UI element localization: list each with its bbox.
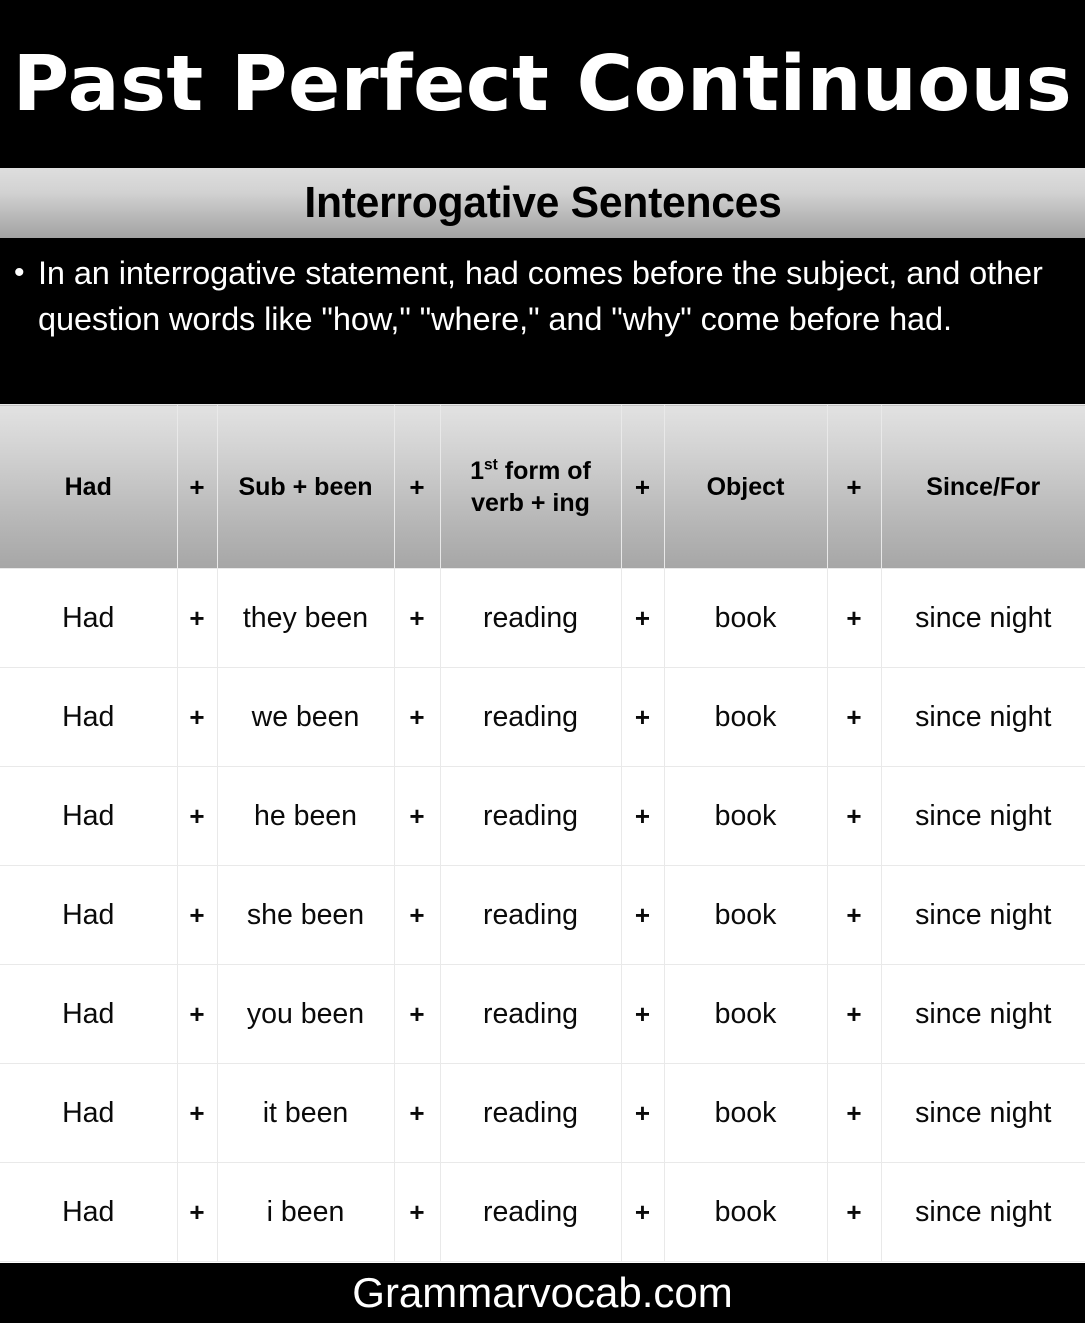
table-row: Had + he been + reading + book + since night	[0, 766, 1085, 866]
table-cell-plus2: +	[393, 964, 441, 1064]
verb-form-pre: 1	[470, 456, 485, 485]
table-cell-plus3: +	[620, 568, 665, 668]
table-cell-plus1: +	[176, 1063, 218, 1163]
page-title: Past Perfect Continuous	[12, 39, 1073, 129]
table-cell-object: book	[663, 1063, 828, 1163]
table-cell-since: since night	[880, 568, 1085, 668]
table-row: Had + she been + reading + book + since night	[0, 865, 1085, 965]
table-cell-object: book	[663, 865, 828, 965]
table-cell-had: Had	[0, 1063, 178, 1163]
table-cell-plus3: +	[620, 766, 665, 866]
table-cell-plus4: +	[826, 865, 882, 965]
table-cell-verb: reading	[439, 964, 622, 1064]
table-cell-object: book	[663, 766, 828, 866]
title-band: Past Perfect Continuous	[0, 0, 1085, 168]
column-header-plus-1: +	[176, 404, 218, 569]
table-row: Had + they been + reading + book + since night	[0, 568, 1085, 668]
table-row: Had + it been + reading + book + since night	[0, 1063, 1085, 1163]
table-cell-plus3: +	[620, 1162, 665, 1262]
table-row: Had + i been + reading + book + since night	[0, 1162, 1085, 1262]
description-band: • In an interrogative statement, had com…	[0, 238, 1085, 404]
table-cell-object: book	[663, 1162, 828, 1262]
description-bullet-row: • In an interrogative statement, had com…	[14, 250, 1071, 342]
table-cell-verb: reading	[439, 766, 622, 866]
table-cell-sub: he been	[216, 766, 395, 866]
table-cell-plus4: +	[826, 964, 882, 1064]
table-cell-plus3: +	[620, 964, 665, 1064]
table-cell-plus2: +	[393, 1162, 441, 1262]
table-cell-plus3: +	[620, 667, 665, 767]
table-cell-since: since night	[880, 667, 1085, 767]
table-cell-plus4: +	[826, 1063, 882, 1163]
column-header-verb-form: 1st form of verb + ing	[439, 404, 622, 569]
table-cell-since: since night	[880, 766, 1085, 866]
table-cell-since: since night	[880, 1162, 1085, 1262]
column-header-had: Had	[0, 404, 178, 569]
table-cell-sub: they been	[216, 568, 395, 668]
column-header-object: Object	[663, 404, 828, 569]
subtitle: Interrogative Sentences	[303, 178, 782, 227]
table-cell-plus1: +	[176, 964, 218, 1064]
subtitle-band: Interrogative Sentences	[0, 168, 1085, 238]
infographic-page: Past Perfect Continuous Interrogative Se…	[0, 0, 1085, 1323]
table-cell-plus4: +	[826, 667, 882, 767]
table-cell-plus2: +	[393, 667, 441, 767]
table-cell-plus4: +	[826, 766, 882, 866]
table-cell-plus2: +	[393, 1063, 441, 1163]
table-cell-verb: reading	[439, 865, 622, 965]
table-cell-had: Had	[0, 766, 178, 866]
table-cell-plus2: +	[393, 568, 441, 668]
table-cell-had: Had	[0, 1162, 178, 1262]
table-row: Had + we been + reading + book + since night	[0, 667, 1085, 767]
column-header-since-for: Since/For	[880, 404, 1085, 569]
table-row: Had + you been + reading + book + since night	[0, 964, 1085, 1064]
table-cell-plus4: +	[826, 568, 882, 668]
table-header-row: Had + Sub + been + 1st form of verb + in…	[0, 404, 1085, 569]
column-header-subject: Sub + been	[216, 404, 395, 569]
table-cell-plus1: +	[176, 865, 218, 965]
table-cell-sub: she been	[216, 865, 395, 965]
table-cell-plus1: +	[176, 1162, 218, 1262]
table-cell-verb: reading	[439, 1063, 622, 1163]
footer-band: Grammarvocab.com	[0, 1263, 1085, 1323]
table-cell-had: Had	[0, 667, 178, 767]
table-cell-plus1: +	[176, 568, 218, 668]
site-credit: Grammarvocab.com	[352, 1269, 733, 1316]
structure-table-wrapper: Had + Sub + been + 1st form of verb + in…	[0, 404, 1085, 1263]
table-cell-plus3: +	[620, 1063, 665, 1163]
table-cell-plus3: +	[620, 865, 665, 965]
table-cell-object: book	[663, 568, 828, 668]
table-body: Had + they been + reading + book + since night Ha…	[0, 568, 1085, 1262]
table-cell-plus2: +	[393, 865, 441, 965]
table-cell-object: book	[663, 964, 828, 1064]
column-header-plus-2: +	[393, 404, 441, 569]
table-cell-sub: i been	[216, 1162, 395, 1262]
table-cell-had: Had	[0, 964, 178, 1064]
table-cell-plus4: +	[826, 1162, 882, 1262]
table-cell-plus1: +	[176, 766, 218, 866]
table-cell-had: Had	[0, 568, 178, 668]
bullet-icon: •	[14, 256, 25, 289]
table-header: Had + Sub + been + 1st form of verb + in…	[0, 404, 1085, 569]
table-cell-since: since night	[880, 1063, 1085, 1163]
table-cell-plus2: +	[393, 766, 441, 866]
table-cell-sub: you been	[216, 964, 395, 1064]
structure-table: Had + Sub + been + 1st form of verb + in…	[0, 404, 1085, 1262]
table-cell-sub: we been	[216, 667, 395, 767]
table-cell-since: since night	[880, 964, 1085, 1064]
table-cell-verb: reading	[439, 1162, 622, 1262]
column-header-plus-3: +	[620, 404, 665, 569]
table-cell-sub: it been	[216, 1063, 395, 1163]
table-cell-had: Had	[0, 865, 178, 965]
column-header-plus-4: +	[826, 404, 882, 569]
table-cell-object: book	[663, 667, 828, 767]
table-cell-verb: reading	[439, 568, 622, 668]
table-cell-plus1: +	[176, 667, 218, 767]
ordinal-suffix: st	[484, 456, 498, 474]
description-text: In an interrogative statement, had comes…	[38, 255, 1043, 337]
table-cell-verb: reading	[439, 667, 622, 767]
table-cell-since: since night	[880, 865, 1085, 965]
